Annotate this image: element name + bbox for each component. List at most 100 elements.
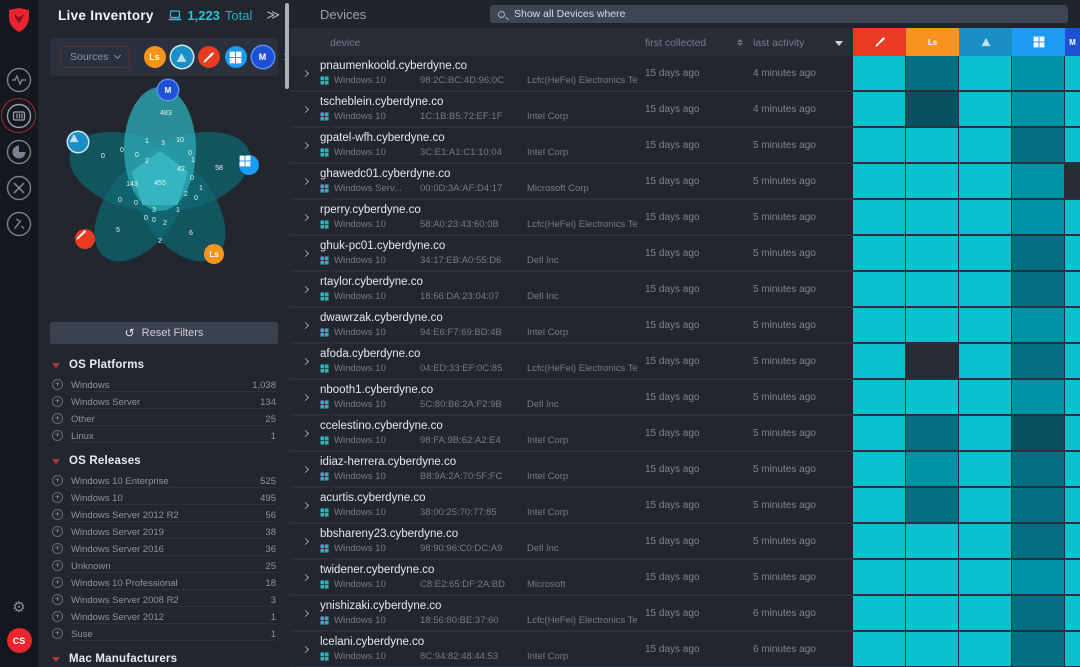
filter-row[interactable]: + Suse 1 [52,625,276,642]
rail-activity-icon[interactable] [6,67,32,93]
table-row[interactable]: gpatel-wfh.cyberdyne.co Windows 10 3C:E1… [290,128,1080,162]
user-avatar[interactable]: CS [7,628,32,653]
heatmap-cell[interactable] [1065,236,1080,270]
heatmap-cell[interactable] [853,380,906,414]
source-triangle-icon[interactable] [171,46,193,68]
heatmap-cell[interactable] [959,488,1012,522]
heatmap-cell[interactable] [959,236,1012,270]
adapter-column-ls[interactable]: Ls [906,28,959,56]
adapter-column-m[interactable]: M [1065,28,1080,56]
table-row[interactable]: bbshareny23.cyberdyne.co Windows 10 98:9… [290,524,1080,558]
heatmap-cell[interactable] [1065,380,1080,414]
row-expander[interactable] [290,308,320,342]
table-row[interactable]: idiaz-herrera.cyberdyne.co Windows 10 B8… [290,452,1080,486]
heatmap-cell[interactable] [906,596,959,630]
row-expander[interactable] [290,632,320,666]
heatmap-cell[interactable] [959,416,1012,450]
table-row[interactable]: ynishizaki.cyberdyne.co Windows 10 18:56… [290,596,1080,630]
row-expander[interactable] [290,452,320,486]
row-expander[interactable] [290,92,320,126]
add-filter-icon[interactable]: + [52,526,63,537]
heatmap-cell[interactable] [1012,344,1065,378]
add-filter-icon[interactable]: + [52,430,63,441]
heatmap-cell[interactable] [906,200,959,234]
row-expander[interactable] [290,380,320,414]
device-name[interactable]: pnaumenkoold.cyberdyne.co [320,60,645,73]
source-rocket-icon[interactable] [198,46,220,68]
section-heading[interactable]: Mac Manufacturers [52,648,276,667]
search-input[interactable] [512,7,1060,21]
heatmap-cell[interactable] [853,488,906,522]
column-device[interactable]: device [330,37,360,49]
heatmap-cell[interactable] [853,200,906,234]
filter-row[interactable]: + Windows Server 2008 R2 3 [52,591,276,608]
heatmap-cell[interactable] [853,92,906,126]
heatmap-cell[interactable] [906,128,959,162]
table-row[interactable]: ghuk-pc01.cyberdyne.co Windows 10 34:17:… [290,236,1080,270]
source-m-icon[interactable]: M [252,46,274,68]
row-expander[interactable] [290,128,320,162]
heatmap-cell[interactable] [1065,632,1080,666]
venn-windows-icon[interactable] [239,155,259,175]
sort-desc-icon[interactable] [835,41,843,46]
heatmap-cell[interactable] [853,272,906,306]
table-row[interactable]: tscheblein.cyberdyne.co Windows 10 1C:1B… [290,92,1080,126]
adapter-column-triangle[interactable] [959,28,1012,56]
heatmap-cell[interactable] [1065,560,1080,594]
device-name[interactable]: twidener.cyberdyne.co [320,564,645,577]
device-name[interactable]: ynishizaki.cyberdyne.co [320,600,645,613]
table-row[interactable]: acurtis.cyberdyne.co Windows 10 38:00:25… [290,488,1080,522]
heatmap-cell[interactable] [959,632,1012,666]
device-name[interactable]: ghawedc01.cyberdyne.co [320,168,645,181]
table-row[interactable]: pnaumenkoold.cyberdyne.co Windows 10 98:… [290,56,1080,90]
section-heading[interactable]: OS Releases [52,450,276,472]
heatmap-cell[interactable] [959,200,1012,234]
add-filter-icon[interactable]: + [52,509,63,520]
heatmap-cell[interactable] [906,236,959,270]
heatmap-cell[interactable] [906,56,959,90]
row-expander[interactable] [290,200,320,234]
table-row[interactable]: ccelestino.cyberdyne.co Windows 10 98:FA… [290,416,1080,450]
filter-row[interactable]: + Windows 10 Professional 18 [52,574,276,591]
heatmap-cell[interactable] [1012,596,1065,630]
heatmap-cell[interactable] [853,452,906,486]
heatmap-cell[interactable] [853,632,906,666]
filter-row[interactable]: + Unknown 25 [52,557,276,574]
heatmap-cell[interactable] [1065,596,1080,630]
device-name[interactable]: ccelestino.cyberdyne.co [320,420,645,433]
add-filter-icon[interactable]: + [52,594,63,605]
heatmap-cell[interactable] [959,380,1012,414]
heatmap-cell[interactable] [1012,200,1065,234]
heatmap-cell[interactable] [1012,560,1065,594]
heatmap-cell[interactable] [1065,416,1080,450]
heatmap-cell[interactable] [1012,272,1065,306]
add-filter-icon[interactable]: + [52,475,63,486]
heatmap-cell[interactable] [853,524,906,558]
heatmap-cell[interactable] [1065,488,1080,522]
heatmap-cell[interactable] [959,56,1012,90]
rail-devices-icon[interactable] [6,103,32,129]
heatmap-cell[interactable] [853,56,906,90]
heatmap-cell[interactable] [959,92,1012,126]
heatmap-cell[interactable] [959,560,1012,594]
filter-row[interactable]: + Windows Server 2012 R2 56 [52,506,276,523]
row-expander[interactable] [290,164,320,198]
row-expander[interactable] [290,596,320,630]
heatmap-cell[interactable] [853,236,906,270]
filter-row[interactable]: + Windows Server 2016 36 [52,540,276,557]
row-expander[interactable] [290,488,320,522]
row-expander[interactable] [290,416,320,450]
settings-gear-icon[interactable]: ⚙ [12,598,25,616]
add-filter-icon[interactable]: + [52,396,63,407]
filter-row[interactable]: + Windows Server 2012 1 [52,608,276,625]
rail-fan-icon[interactable] [6,175,32,201]
row-expander[interactable] [290,344,320,378]
add-filter-icon[interactable]: + [52,577,63,588]
heatmap-cell[interactable] [853,128,906,162]
heatmap-cell[interactable] [959,596,1012,630]
sidebar-scrollbar[interactable] [285,3,289,89]
collapse-sidebar-icon[interactable]: ≫ [266,7,280,23]
heatmap-cell[interactable] [959,128,1012,162]
device-name[interactable]: rperry.cyberdyne.co [320,204,645,217]
device-name[interactable]: ghuk-pc01.cyberdyne.co [320,240,645,253]
